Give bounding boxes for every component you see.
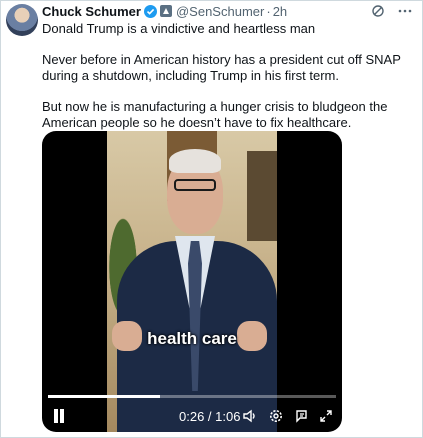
settings-icon[interactable] [268, 408, 284, 424]
tweet-text: Donald Trump is a vindictive and heartle… [42, 21, 414, 132]
video-caption: health care [147, 329, 237, 348]
background-picture [247, 151, 277, 241]
grok-icon[interactable] [371, 4, 385, 20]
video-player[interactable]: health care 0:26 / 1:06 [42, 131, 342, 432]
pause-icon[interactable] [53, 409, 65, 423]
tweet-paragraph: But now he is manufacturing a hunger cri… [42, 98, 388, 131]
speaker-hair [169, 149, 221, 173]
verified-badge-icon [143, 4, 157, 18]
captions-icon[interactable] [294, 408, 310, 424]
tweet-actions [371, 4, 413, 20]
author-handle[interactable]: @SenSchumer [176, 4, 264, 19]
video-timecode: 0:26 / 1:06 [179, 409, 241, 424]
fullscreen-icon[interactable] [318, 408, 334, 424]
tweet-paragraph: Donald Trump is a vindictive and heartle… [42, 21, 316, 36]
video-frame [107, 131, 277, 432]
separator: · [266, 3, 271, 19]
avatar[interactable] [6, 4, 38, 36]
more-icon[interactable] [397, 4, 413, 20]
tweet-header: Chuck Schumer @SenSchumer · 2h [42, 3, 287, 19]
timestamp[interactable]: 2h [273, 4, 287, 19]
author-name[interactable]: Chuck Schumer [42, 4, 141, 19]
government-badge-icon [159, 5, 172, 17]
video-progress-bar[interactable] [48, 395, 336, 398]
video-progress-fill [48, 395, 161, 398]
tweet-paragraph: Never before in American history has a p… [42, 51, 401, 84]
speaker-glasses [174, 179, 216, 191]
volume-icon[interactable] [242, 408, 258, 424]
